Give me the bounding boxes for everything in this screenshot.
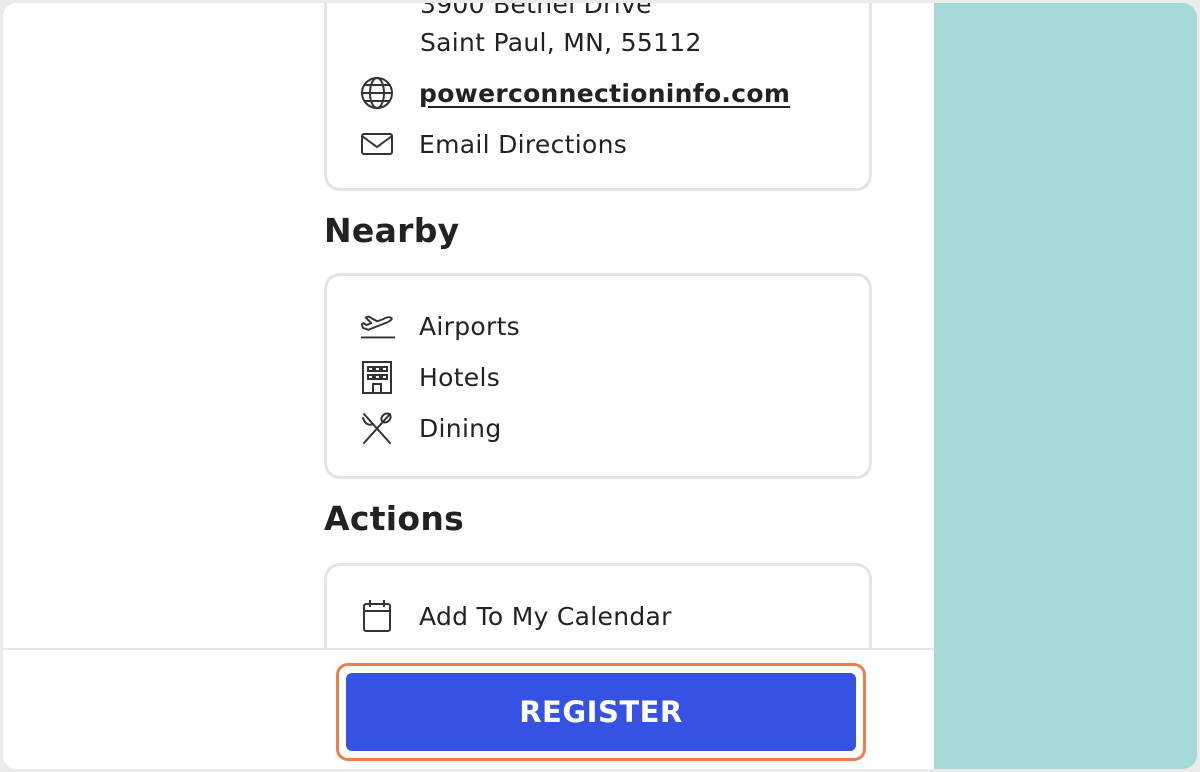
email-directions-row[interactable]: Email Directions	[359, 126, 627, 162]
website-row[interactable]: powerconnectioninfo.com	[359, 75, 790, 111]
mail-icon	[359, 126, 397, 162]
email-directions-label: Email Directions	[419, 129, 628, 159]
action-label: Add To My Calendar	[419, 601, 672, 631]
address-line-2: Saint Paul, MN, 55112	[420, 28, 702, 57]
actions-heading: Actions	[324, 499, 465, 538]
calendar-icon	[359, 598, 397, 634]
nearby-heading: Nearby	[324, 211, 460, 250]
register-button[interactable]: REGISTER	[346, 673, 856, 751]
address-line-1: 3900 Bethel Drive	[420, 3, 652, 19]
nearby-item-label: Hotels	[419, 362, 501, 392]
side-panel	[934, 3, 1197, 769]
hotel-icon	[359, 359, 397, 395]
nearby-item-label: Dining	[419, 413, 502, 443]
website-link[interactable]: powerconnectioninfo.com	[419, 79, 790, 108]
nearby-card: Airports Hotels Dining	[324, 273, 872, 479]
nearby-item-dining[interactable]: Dining	[359, 410, 502, 446]
nearby-item-airports[interactable]: Airports	[359, 308, 520, 344]
nearby-item-label: Airports	[419, 311, 520, 341]
globe-icon	[359, 75, 397, 111]
event-details-page: 3900 Bethel Drive Saint Paul, MN, 55112 …	[3, 3, 934, 769]
window-frame: 3900 Bethel Drive Saint Paul, MN, 55112 …	[3, 3, 1197, 769]
register-footer: REGISTER	[3, 648, 934, 769]
action-add-to-calendar[interactable]: Add To My Calendar	[359, 598, 672, 634]
dining-icon	[359, 410, 397, 446]
address-card: 3900 Bethel Drive Saint Paul, MN, 55112 …	[324, 3, 872, 191]
nearby-item-hotels[interactable]: Hotels	[359, 359, 500, 395]
airplane-icon	[359, 308, 397, 344]
